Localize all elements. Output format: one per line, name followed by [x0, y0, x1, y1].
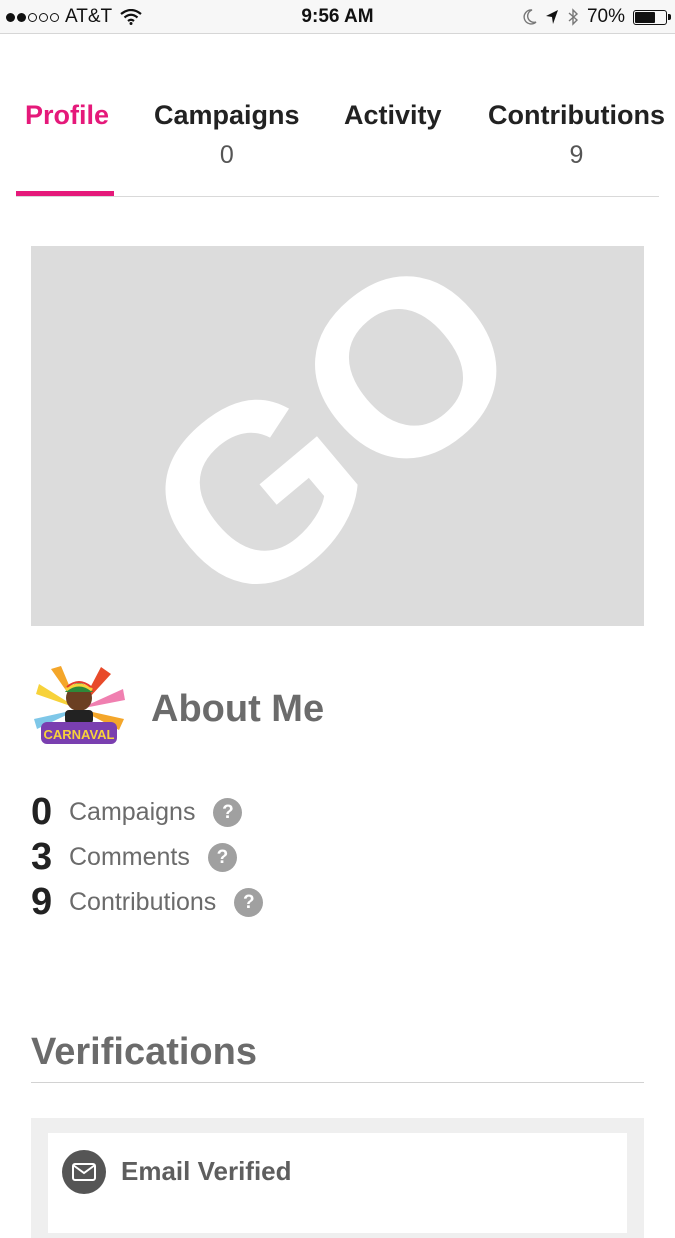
stat-contributions: 9 Contributions ? [31, 880, 264, 925]
bluetooth-icon [568, 8, 578, 26]
tab-count: 9 [569, 141, 584, 169]
tab-profile[interactable]: Profile [25, 100, 109, 131]
location-arrow-icon [545, 10, 558, 24]
profile-tabs: Profile Campaigns 0 Activity Contributio… [0, 100, 675, 197]
help-icon[interactable]: ? [234, 888, 264, 917]
status-right: 70% [523, 6, 671, 28]
avatar[interactable]: CARNAVAL [31, 664, 127, 754]
help-icon[interactable]: ? [207, 843, 237, 872]
stat-campaigns: 0 Campaigns ? [31, 790, 263, 835]
battery-icon [633, 9, 671, 25]
battery-percent: 70% [586, 6, 625, 27]
tab-count: 0 [219, 141, 234, 169]
tab-label: Campaigns [154, 100, 300, 130]
help-icon[interactable]: ? [213, 798, 243, 827]
verifications-divider [31, 1082, 644, 1083]
tabs-divider [16, 196, 659, 197]
stat-comments: 3 Comments ? [31, 835, 263, 880]
avatar-text: CARNAVAL [43, 727, 114, 742]
email-verified-label: Email Verified [121, 1156, 292, 1186]
stat-number: 0 [31, 791, 53, 833]
tab-campaigns[interactable]: Campaigns 0 [154, 100, 300, 170]
stat-label: Contributions [69, 888, 217, 916]
envelope-icon [62, 1150, 106, 1194]
moon-icon [523, 9, 537, 25]
tab-activity[interactable]: Activity [344, 100, 442, 131]
stat-label: Campaigns [69, 798, 196, 826]
go-logo: GO [93, 246, 570, 626]
tab-label: Activity [344, 100, 442, 130]
go-logo-text: GO [93, 246, 570, 626]
stats-list: 0 Campaigns ? 3 Comments ? 9 Contributio… [31, 790, 264, 925]
tab-contributions[interactable]: Contributions 9 [488, 100, 665, 170]
stat-label: Comments [69, 843, 190, 871]
verifications-heading: Verifications [31, 1031, 257, 1073]
stat-number: 9 [31, 881, 53, 923]
tab-label: Profile [25, 100, 110, 130]
tab-label: Contributions [488, 100, 665, 130]
stat-number: 3 [31, 836, 53, 878]
campaign-cover-image: GO [31, 246, 644, 626]
about-me-heading: About Me [151, 688, 325, 730]
status-bar: AT&T 9:56 AM 70% [0, 0, 675, 34]
